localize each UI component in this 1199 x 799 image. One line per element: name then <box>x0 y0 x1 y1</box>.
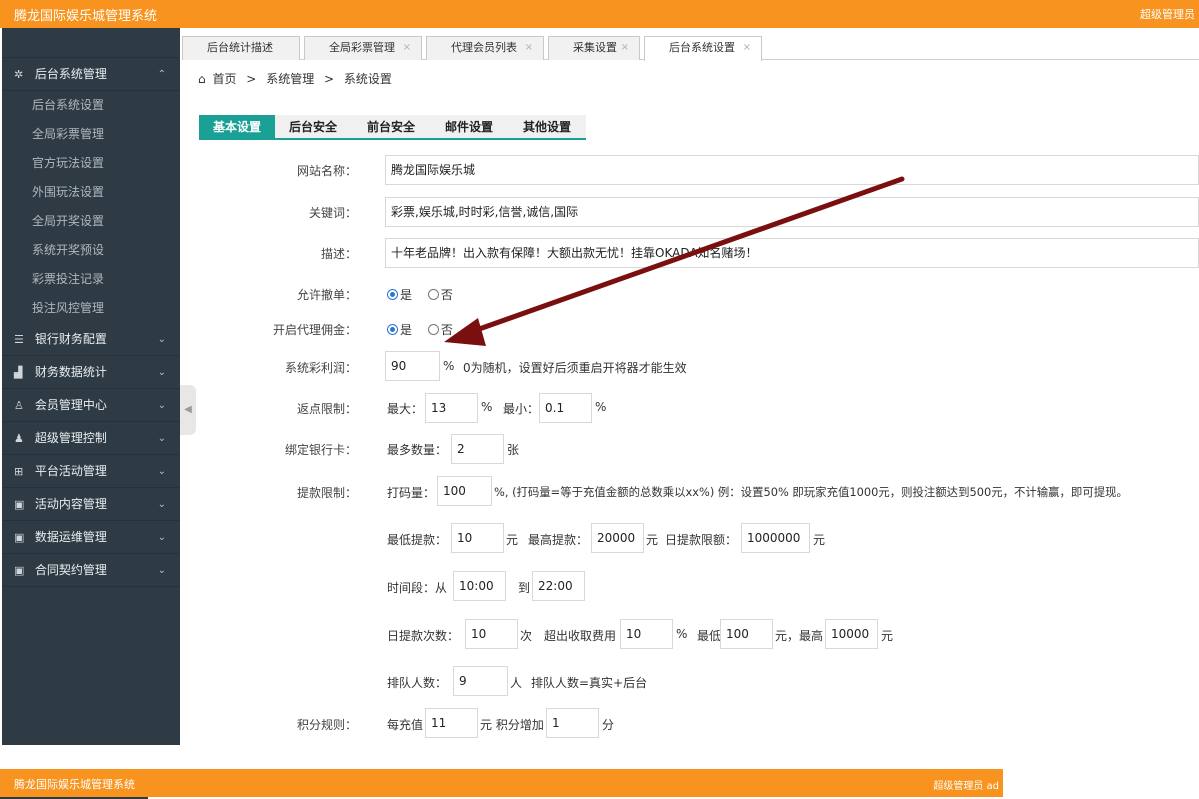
arrow-shaft <box>465 176 905 336</box>
bottom-bar: 腾龙国际娱乐城管理系统 超级管理员 ad <box>0 769 1003 797</box>
arrow-head <box>444 318 486 346</box>
annotation-arrow <box>444 176 905 346</box>
footer-user: 超级管理员 ad <box>933 781 999 792</box>
footer-title: 腾龙国际娱乐城管理系统 <box>14 778 135 791</box>
